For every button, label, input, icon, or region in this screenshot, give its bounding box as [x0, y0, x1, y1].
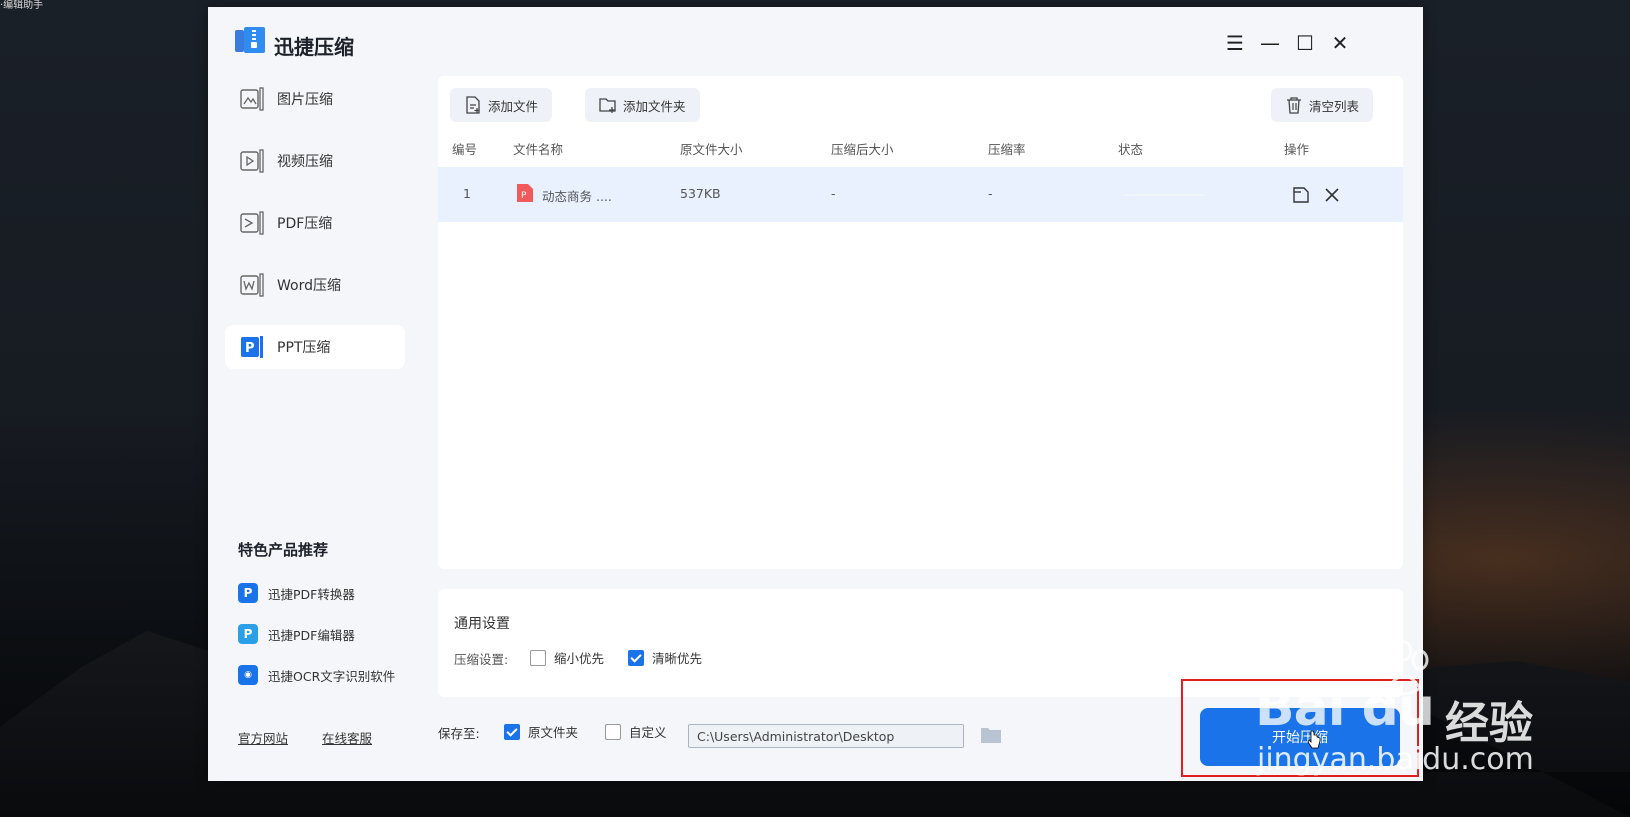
- option-smaller-first[interactable]: 缩小优先: [530, 648, 604, 667]
- open-folder-icon[interactable]: [1292, 186, 1310, 204]
- smaller-first-label: 缩小优先: [554, 651, 605, 666]
- sidebar-item-image[interactable]: 图片压缩: [225, 77, 405, 121]
- pdf-editor-icon: P: [238, 624, 258, 644]
- promo-title: 特色产品推荐: [238, 541, 329, 559]
- option-custom-folder[interactable]: 自定义: [605, 722, 667, 741]
- ppt-icon: P: [241, 336, 263, 358]
- app-title: 迅捷压缩: [274, 35, 354, 59]
- video-icon: [240, 149, 264, 173]
- promo-pdf-editor[interactable]: P 迅捷PDF编辑器: [238, 622, 355, 646]
- pdf-icon: [240, 211, 264, 235]
- sidebar-item-label: 视频压缩: [277, 154, 333, 170]
- row-compressed-size: -: [831, 186, 836, 201]
- header-filename: 文件名称: [513, 142, 564, 157]
- sidebar: 图片压缩 视频压缩 PDF压缩 Word压缩 P PPT压缩: [225, 77, 405, 387]
- sidebar-item-label: PPT压缩: [277, 340, 331, 356]
- online-support-link[interactable]: 在线客服: [322, 728, 372, 747]
- sidebar-item-label: PDF压缩: [277, 216, 333, 232]
- clear-list-label: 清空列表: [1309, 98, 1360, 114]
- promo-item-label: 迅捷PDF编辑器: [268, 627, 355, 643]
- trash-icon: [1287, 97, 1301, 114]
- header-status: 状态: [1118, 142, 1144, 157]
- sidebar-item-label: Word压缩: [277, 278, 341, 294]
- option-clarity-first[interactable]: 清晰优先: [628, 648, 702, 667]
- menu-icon[interactable]: ☰: [1223, 31, 1247, 55]
- sidebar-item-video[interactable]: 视频压缩: [225, 139, 405, 183]
- add-folder-button[interactable]: 添加文件夹: [585, 88, 700, 122]
- official-website-link[interactable]: 官方网站: [238, 728, 288, 747]
- sidebar-item-pdf[interactable]: PDF压缩: [225, 201, 405, 245]
- header-actions: 操作: [1284, 142, 1310, 157]
- remove-row-icon[interactable]: [1324, 187, 1340, 203]
- app-logo-icon: [235, 27, 265, 53]
- header-original-size: 原文件大小: [680, 142, 743, 157]
- compress-setting-label: 压缩设置:: [454, 652, 509, 667]
- row-number: 1: [463, 186, 471, 201]
- save-path-input[interactable]: [688, 724, 964, 748]
- header-compressed-size: 压缩后大小: [831, 142, 894, 157]
- svg-text:P: P: [521, 191, 527, 201]
- row-progress-bar: [1123, 194, 1205, 196]
- svg-text:P: P: [245, 341, 255, 356]
- save-to-label: 保存至:: [438, 726, 480, 741]
- title-bar: 迅捷压缩 ☰ — ☐ ✕: [208, 7, 1423, 75]
- clear-list-button[interactable]: 清空列表: [1271, 88, 1374, 122]
- clarity-first-checkbox[interactable]: [628, 649, 644, 666]
- pdf-converter-icon: P: [238, 583, 258, 603]
- table-row[interactable]: 1 P 动态商务 .... 537KB - -: [438, 167, 1403, 222]
- sidebar-item-word[interactable]: Word压缩: [225, 263, 405, 307]
- image-icon: [240, 87, 264, 111]
- promo-pdf-converter[interactable]: P 迅捷PDF转换器: [238, 581, 355, 605]
- maximize-icon[interactable]: ☐: [1293, 31, 1317, 55]
- row-original-size: 537KB: [680, 186, 721, 201]
- clarity-first-label: 清晰优先: [652, 651, 703, 666]
- file-list-panel: 添加文件 添加文件夹 清空列表 编号 文件名称 原文件大小 压缩后大小 压缩率 …: [438, 76, 1403, 569]
- add-file-icon: [466, 96, 480, 114]
- custom-folder-label: 自定义: [629, 725, 667, 740]
- header-no: 编号: [452, 142, 478, 157]
- add-file-label: 添加文件: [488, 98, 539, 114]
- promo-item-label: 迅捷OCR文字识别软件: [268, 668, 396, 684]
- sidebar-item-ppt[interactable]: P PPT压缩: [225, 325, 405, 369]
- add-file-button[interactable]: 添加文件: [450, 88, 553, 122]
- promo-ocr[interactable]: ◉ 迅捷OCR文字识别软件: [238, 663, 395, 687]
- original-folder-label: 原文件夹: [528, 725, 579, 740]
- promo-item-label: 迅捷PDF转换器: [268, 586, 355, 602]
- ppt-file-icon: P: [517, 184, 533, 202]
- custom-folder-checkbox[interactable]: [605, 723, 621, 740]
- word-icon: [240, 273, 264, 297]
- original-folder-checkbox[interactable]: [504, 723, 520, 740]
- browse-folder-icon[interactable]: [980, 726, 1002, 744]
- settings-title: 通用设置: [454, 616, 510, 632]
- add-folder-label: 添加文件夹: [623, 98, 686, 114]
- row-filename: 动态商务 ....: [542, 189, 612, 204]
- minimize-icon[interactable]: —: [1258, 31, 1282, 55]
- ocr-icon: ◉: [238, 665, 258, 685]
- add-folder-icon: [599, 98, 616, 113]
- desktop-corner-label: ·编辑助手: [0, 0, 44, 11]
- smaller-first-checkbox[interactable]: [530, 649, 546, 666]
- sidebar-item-label: 图片压缩: [277, 92, 333, 108]
- watermark-url: jingyan.baidu.com: [1257, 742, 1534, 777]
- option-original-folder[interactable]: 原文件夹: [504, 722, 578, 741]
- close-icon[interactable]: ✕: [1328, 31, 1352, 55]
- app-window: 迅捷压缩 ☰ — ☐ ✕ 图片压缩 视频压缩 PDF压缩 Word压缩 P PP…: [208, 7, 1423, 781]
- header-ratio: 压缩率: [988, 142, 1026, 157]
- watermark-brand: Bai du: [1255, 678, 1435, 738]
- row-ratio: -: [988, 186, 993, 201]
